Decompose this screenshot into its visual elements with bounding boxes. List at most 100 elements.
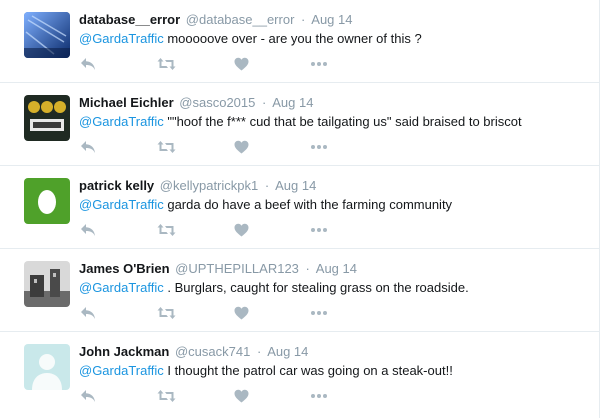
tweet-timeline: database__error @database__error · Aug 1… bbox=[0, 0, 600, 418]
retweet-icon bbox=[157, 141, 176, 153]
reply-icon bbox=[81, 390, 95, 402]
tweet-date[interactable]: Aug 14 bbox=[316, 261, 357, 276]
author-name[interactable]: James O'Brien bbox=[79, 261, 170, 276]
more-button[interactable] bbox=[310, 306, 328, 322]
tweet-date[interactable]: Aug 14 bbox=[272, 95, 313, 110]
tweet-text: @GardaTraffic ""hoof the f*** cud that b… bbox=[79, 113, 522, 130]
tweet-text: @GardaTraffic mooooove over - are you th… bbox=[79, 30, 422, 47]
tweet-body-text: ""hoof the f*** cud that be tailgating u… bbox=[163, 114, 522, 129]
tweet-header: James O'Brien @UPTHEPILLAR123 · Aug 14 bbox=[79, 260, 357, 277]
more-icon bbox=[311, 394, 327, 398]
tweet-date[interactable]: Aug 14 bbox=[311, 12, 352, 27]
retweet-button[interactable] bbox=[157, 140, 176, 156]
avatar[interactable] bbox=[24, 261, 70, 307]
reply-button[interactable] bbox=[80, 140, 96, 156]
tweet[interactable]: database__error @database__error · Aug 1… bbox=[0, 0, 600, 83]
avatar-image bbox=[24, 95, 70, 141]
mention-link[interactable]: @GardaTraffic bbox=[79, 363, 164, 378]
reply-button[interactable] bbox=[80, 306, 96, 322]
retweet-icon bbox=[157, 58, 176, 70]
separator-dot: · bbox=[256, 344, 262, 359]
author-handle[interactable]: @database__error bbox=[186, 12, 295, 27]
more-button[interactable] bbox=[310, 389, 328, 405]
more-icon bbox=[311, 145, 327, 149]
tweet-actions bbox=[80, 140, 340, 156]
mention-link[interactable]: @GardaTraffic bbox=[79, 31, 164, 46]
tweet-header: patrick kelly @kellypatrickpk1 · Aug 14 bbox=[79, 177, 316, 194]
tweet-body-text: I thought the patrol car was going on a … bbox=[163, 363, 453, 378]
tweet-header: Michael Eichler @sasco2015 · Aug 14 bbox=[79, 94, 313, 111]
heart-icon bbox=[234, 57, 249, 71]
reply-icon bbox=[81, 141, 95, 153]
tweet[interactable]: James O'Brien @UPTHEPILLAR123 · Aug 14 @… bbox=[0, 249, 600, 332]
retweet-button[interactable] bbox=[157, 223, 176, 239]
tweet[interactable]: patrick kelly @kellypatrickpk1 · Aug 14 … bbox=[0, 166, 600, 249]
like-button[interactable] bbox=[234, 306, 249, 322]
avatar[interactable] bbox=[24, 178, 70, 224]
tweet-actions bbox=[80, 306, 340, 322]
avatar-image bbox=[24, 344, 70, 390]
avatar-image bbox=[24, 12, 70, 58]
tweet-text: @GardaTraffic garda do have a beef with … bbox=[79, 196, 452, 213]
separator-dot: · bbox=[301, 12, 306, 27]
reply-icon bbox=[81, 224, 95, 236]
author-handle[interactable]: @UPTHEPILLAR123 bbox=[175, 261, 299, 276]
reply-button[interactable] bbox=[80, 389, 96, 405]
tweet-actions bbox=[80, 57, 340, 73]
separator-dot: · bbox=[264, 178, 270, 193]
mention-link[interactable]: @GardaTraffic bbox=[79, 197, 164, 212]
author-name[interactable]: John Jackman bbox=[79, 344, 169, 359]
more-icon bbox=[311, 228, 327, 232]
avatar[interactable] bbox=[24, 344, 70, 390]
author-name[interactable]: patrick kelly bbox=[79, 178, 154, 193]
tweet-body-text: garda do have a beef with the farming co… bbox=[163, 197, 453, 212]
reply-icon bbox=[81, 307, 95, 319]
tweet-date[interactable]: Aug 14 bbox=[267, 344, 308, 359]
tweet-body-text: . Burglars, caught for stealing grass on… bbox=[163, 280, 469, 295]
tweet-text: @GardaTraffic . Burglars, caught for ste… bbox=[79, 279, 469, 296]
mention-link[interactable]: @GardaTraffic bbox=[79, 280, 164, 295]
like-button[interactable] bbox=[234, 57, 249, 73]
mention-link[interactable]: @GardaTraffic bbox=[79, 114, 164, 129]
tweet[interactable]: Michael Eichler @sasco2015 · Aug 14 @Gar… bbox=[0, 83, 600, 166]
author-name[interactable]: database__error bbox=[79, 12, 180, 27]
heart-icon bbox=[234, 223, 249, 237]
avatar-image bbox=[24, 178, 70, 224]
reply-icon bbox=[81, 58, 95, 70]
reply-button[interactable] bbox=[80, 57, 96, 73]
heart-icon bbox=[234, 140, 249, 154]
author-handle[interactable]: @cusack741 bbox=[175, 344, 250, 359]
tweet-header: database__error @database__error · Aug 1… bbox=[79, 11, 352, 28]
like-button[interactable] bbox=[234, 140, 249, 156]
retweet-button[interactable] bbox=[157, 389, 176, 405]
author-handle[interactable]: @kellypatrickpk1 bbox=[160, 178, 258, 193]
more-button[interactable] bbox=[310, 140, 328, 156]
avatar[interactable] bbox=[24, 12, 70, 58]
tweet-date[interactable]: Aug 14 bbox=[275, 178, 316, 193]
avatar-image bbox=[24, 261, 70, 307]
retweet-icon bbox=[157, 390, 176, 402]
like-button[interactable] bbox=[234, 389, 249, 405]
tweet-actions bbox=[80, 223, 340, 239]
tweet-header: John Jackman @cusack741 · Aug 14 bbox=[79, 343, 308, 360]
like-button[interactable] bbox=[234, 223, 249, 239]
tweet-text: @GardaTraffic I thought the patrol car w… bbox=[79, 362, 453, 379]
retweet-button[interactable] bbox=[157, 306, 176, 322]
heart-icon bbox=[234, 389, 249, 403]
more-button[interactable] bbox=[310, 223, 328, 239]
reply-button[interactable] bbox=[80, 223, 96, 239]
more-icon bbox=[311, 62, 327, 66]
separator-dot: · bbox=[261, 95, 267, 110]
retweet-icon bbox=[157, 224, 176, 236]
heart-icon bbox=[234, 306, 249, 320]
author-handle[interactable]: @sasco2015 bbox=[179, 95, 255, 110]
more-icon bbox=[311, 311, 327, 315]
avatar[interactable] bbox=[24, 95, 70, 141]
tweet-body-text: mooooove over - are you the owner of thi… bbox=[163, 31, 422, 46]
separator-dot: · bbox=[305, 261, 310, 276]
tweet-actions bbox=[80, 389, 340, 405]
author-name[interactable]: Michael Eichler bbox=[79, 95, 174, 110]
retweet-button[interactable] bbox=[157, 57, 176, 73]
tweet[interactable]: John Jackman @cusack741 · Aug 14 @GardaT… bbox=[0, 332, 600, 415]
more-button[interactable] bbox=[310, 57, 328, 73]
